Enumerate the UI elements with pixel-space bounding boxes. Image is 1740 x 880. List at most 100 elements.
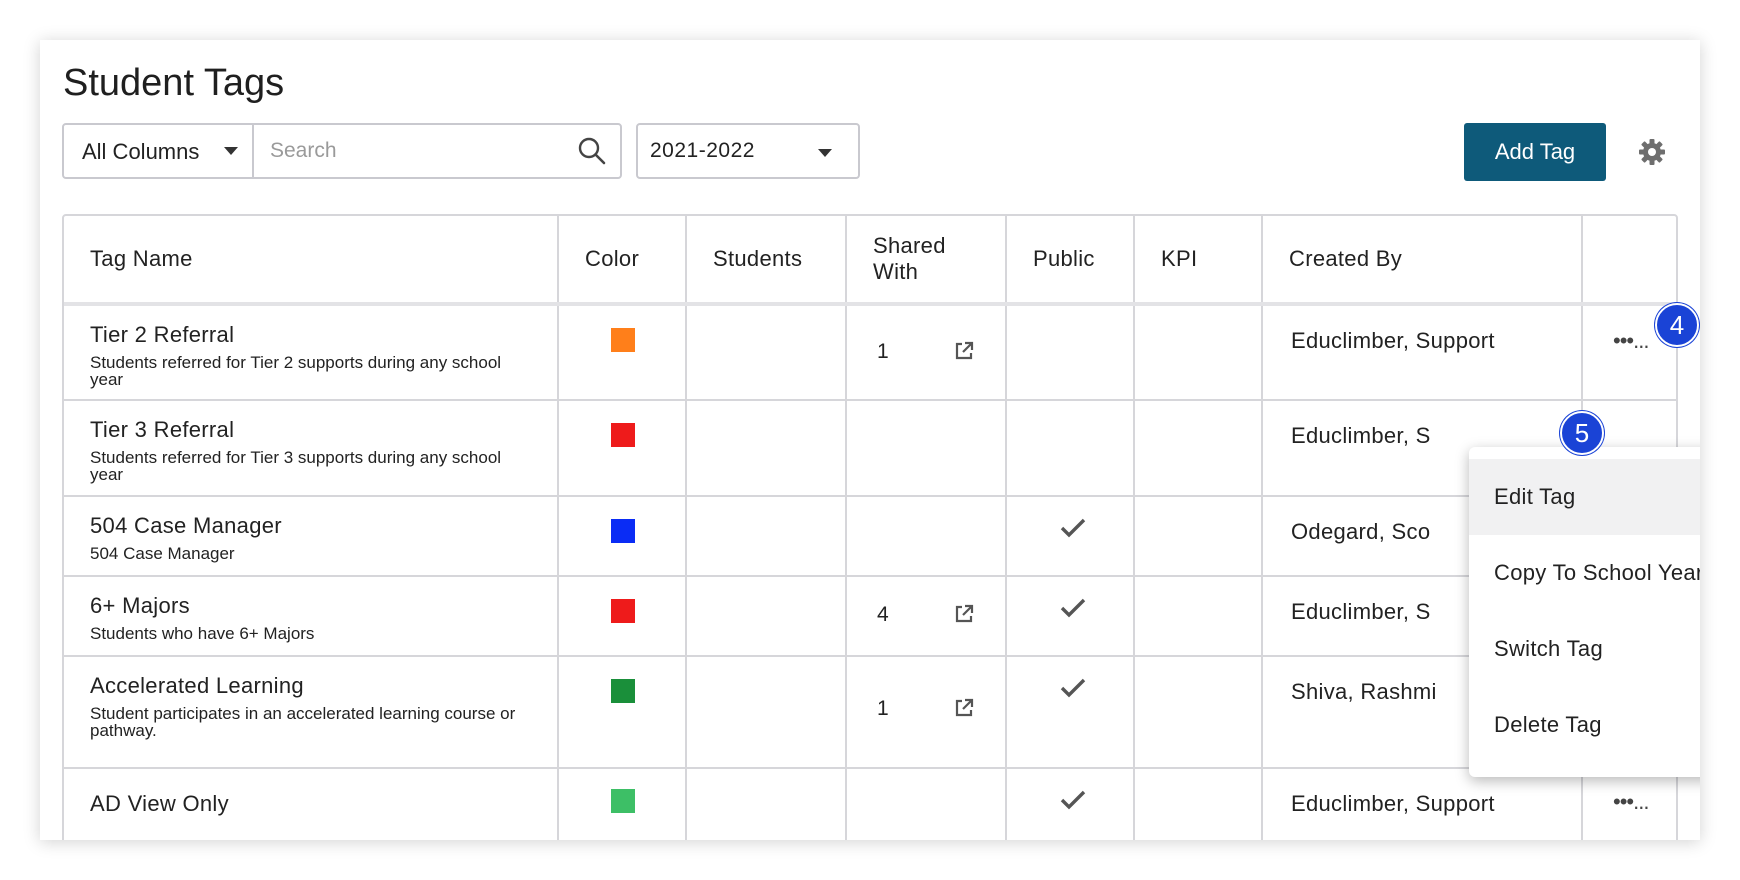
color-cell [558, 400, 687, 497]
external-link-icon[interactable] [953, 697, 975, 719]
color-swatch [611, 328, 635, 352]
shared-cell [846, 496, 1007, 577]
kpi-cell [1134, 400, 1263, 497]
created-by-cell: Educlimber, Support [1262, 304, 1583, 401]
shared-cell: 1 [846, 656, 1007, 769]
tag-name: 6+ Majors [90, 593, 190, 618]
public-cell [1006, 496, 1135, 577]
students-cell [686, 576, 847, 657]
external-link-icon[interactable] [953, 603, 975, 625]
shared-cell [846, 768, 1007, 840]
tag-name: Tier 2 Referral [90, 322, 235, 347]
color-swatch [611, 679, 635, 703]
students-cell [686, 304, 847, 401]
color-cell [558, 656, 687, 769]
school-year-select[interactable]: 2021-2022 [636, 123, 860, 179]
kpi-cell [1134, 496, 1263, 577]
shared-count: 1 [877, 340, 889, 363]
table-row[interactable]: Tier 2 Referral Students referred for Ti… [64, 304, 1676, 401]
created-by: Educlimber, S [1291, 599, 1431, 624]
tag-description: Students referred for Tier 2 supports du… [90, 353, 502, 389]
created-by: Shiva, Rashmi [1291, 679, 1437, 704]
school-year-value: 2021-2022 [650, 139, 755, 162]
tag-name-cell: Accelerated Learning Student participate… [64, 656, 559, 769]
table-row[interactable]: Tier 3 Referral Students referred for Ti… [64, 400, 1676, 497]
column-header-public[interactable]: Public [1006, 216, 1135, 306]
created-by: Educlimber, Support [1291, 791, 1495, 816]
color-swatch [611, 423, 635, 447]
shared-count: 4 [877, 603, 889, 626]
tag-name: Accelerated Learning [90, 673, 304, 698]
tag-name-cell: Tier 2 Referral Students referred for Ti… [64, 304, 559, 401]
tag-name-cell: 6+ Majors Students who have 6+ Majors [64, 576, 559, 657]
table-row[interactable]: 504 Case Manager 504 Case Manager Odegar… [64, 496, 1676, 577]
column-header-tag-name[interactable]: Tag Name [64, 216, 559, 306]
students-cell [686, 496, 847, 577]
search-icon[interactable] [577, 136, 607, 166]
color-swatch [611, 789, 635, 813]
table-row[interactable]: AD View Only Educlimber, Support •••... [64, 768, 1676, 840]
tag-name: AD View Only [90, 791, 229, 816]
students-cell [686, 656, 847, 769]
menu-item-copy-to-school-year[interactable]: Copy To School Year [1469, 535, 1700, 611]
created-by: Educlimber, S [1291, 423, 1431, 448]
tag-description: Students who have 6+ Majors [90, 624, 315, 643]
menu-item-edit-tag[interactable]: Edit Tag [1469, 459, 1700, 535]
gear-icon[interactable] [1638, 138, 1666, 166]
public-cell [1006, 576, 1135, 657]
step-badge-4: 4 [1655, 303, 1699, 347]
chevron-down-icon [224, 147, 238, 155]
public-cell [1006, 656, 1135, 769]
public-cell [1006, 768, 1135, 840]
created-by: Odegard, Sco [1291, 519, 1431, 544]
step-badge-5: 5 [1560, 411, 1604, 455]
menu-item-switch-tag[interactable]: Switch Tag [1469, 611, 1700, 687]
add-tag-button[interactable]: Add Tag [1464, 123, 1606, 181]
column-filter-select[interactable]: All Columns [64, 125, 254, 177]
tags-table: Tag Name Color Students Shared With Publ… [62, 214, 1678, 840]
color-cell [558, 576, 687, 657]
kpi-cell [1134, 768, 1263, 840]
page-title: Student Tags [63, 62, 285, 104]
actions-cell: •••... [1582, 768, 1676, 840]
shared-count: 1 [877, 697, 889, 720]
chevron-down-icon [818, 149, 832, 157]
tag-name-cell: AD View Only [64, 768, 559, 840]
column-header-shared-with[interactable]: Shared With [846, 216, 1007, 306]
tag-description: 504 Case Manager [90, 544, 235, 563]
tag-actions-menu: Edit Tag Copy To School Year Switch Tag … [1469, 447, 1700, 777]
column-filter-label: All Columns [82, 139, 200, 164]
public-cell [1006, 400, 1135, 497]
student-tags-panel: Student Tags All Columns 2021-2022 Add T… [40, 40, 1700, 840]
kpi-cell [1134, 656, 1263, 769]
check-icon [1060, 518, 1086, 538]
shared-cell: 1 [846, 304, 1007, 401]
search-input[interactable] [256, 125, 566, 177]
more-options-icon[interactable]: •••... [1613, 789, 1649, 815]
color-cell [558, 304, 687, 401]
menu-item-delete-tag[interactable]: Delete Tag [1469, 687, 1700, 763]
table-row[interactable]: Accelerated Learning Student participate… [64, 656, 1676, 769]
external-link-icon[interactable] [953, 340, 975, 362]
column-header-color[interactable]: Color [558, 216, 687, 306]
check-icon [1060, 790, 1086, 810]
students-cell [686, 768, 847, 840]
kpi-cell [1134, 304, 1263, 401]
color-cell [558, 768, 687, 840]
kpi-cell [1134, 576, 1263, 657]
column-header-created-by[interactable]: Created By [1262, 216, 1583, 306]
table-row[interactable]: 6+ Majors Students who have 6+ Majors 4 … [64, 576, 1676, 657]
tag-name-cell: Tier 3 Referral Students referred for Ti… [64, 400, 559, 497]
check-icon [1060, 678, 1086, 698]
column-header-kpi[interactable]: KPI [1134, 216, 1263, 306]
shared-cell: 4 [846, 576, 1007, 657]
created-by-cell: Educlimber, Support [1262, 768, 1583, 840]
tag-description: Students referred for Tier 3 supports du… [90, 448, 502, 484]
tag-description: Student participates in an accelerated l… [90, 704, 516, 740]
column-header-students[interactable]: Students [686, 216, 847, 306]
students-cell [686, 400, 847, 497]
color-cell [558, 496, 687, 577]
color-swatch [611, 599, 635, 623]
tag-name: Tier 3 Referral [90, 417, 235, 442]
more-options-icon[interactable]: •••... [1613, 328, 1649, 354]
